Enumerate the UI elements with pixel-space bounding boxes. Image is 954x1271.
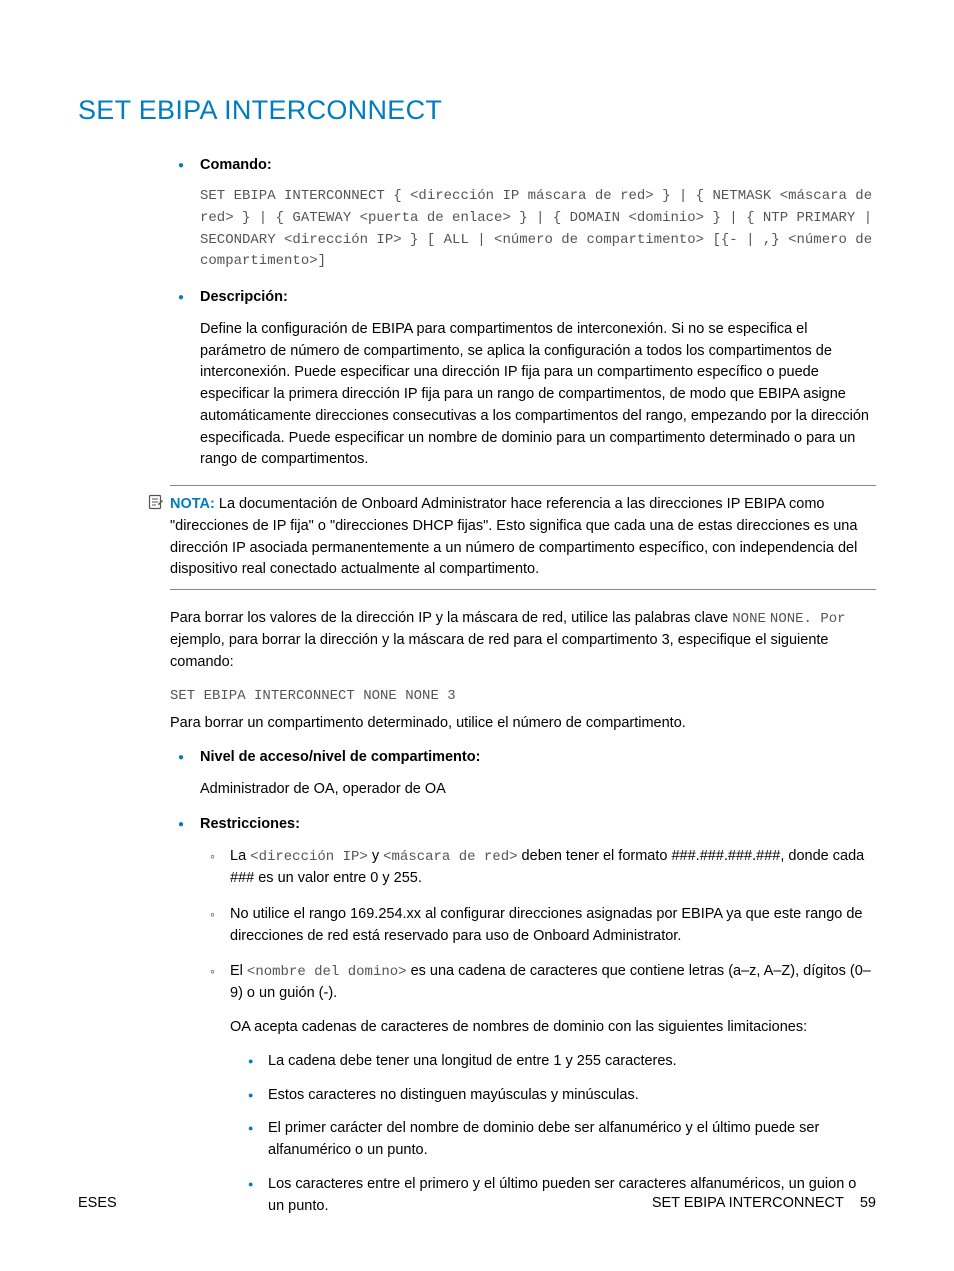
page-footer: ESES SET EBIPA INTERCONNECT 59 — [78, 1193, 876, 1215]
r0-code2: <máscara de red> — [383, 849, 517, 865]
r0-mid: y — [368, 848, 383, 864]
clear-pre: Para borrar los valores de la dirección … — [170, 610, 732, 626]
domain-limit-2: El primer carácter del nombre de dominio… — [242, 1118, 876, 1162]
clear-dot: . — [804, 611, 821, 627]
section-descripcion: Descripción: Define la configuración de … — [170, 287, 876, 471]
restricciones-label: Restricciones: — [200, 816, 300, 832]
nivel-text: Administrador de OA, operador de OA — [200, 779, 876, 801]
descripcion-label: Descripción: — [200, 289, 288, 305]
restriccion-item-0: La <dirección IP> y <máscara de red> deb… — [202, 846, 876, 890]
note-box: NOTA: La documentación de Onboard Admini… — [170, 485, 876, 590]
page-title: SET EBIPA INTERCONNECT — [78, 90, 876, 131]
clear-kw2: NONE — [770, 611, 804, 627]
nivel-label: Nivel de acceso/nivel de compartimento: — [200, 749, 480, 765]
clear-kw3: Por — [820, 611, 845, 627]
section-comando: Comando: SET EBIPA INTERCONNECT { <direc… — [170, 155, 876, 274]
footer-left: ESES — [78, 1193, 117, 1215]
footer-page-number: 59 — [860, 1193, 876, 1215]
r2-code1: <nombre del domino> — [247, 964, 407, 980]
r1-text: No utilice el rango 169.254.xx al config… — [230, 906, 863, 944]
r0-code1: <dirección IP> — [250, 849, 368, 865]
section-restricciones: Restricciones: La <dirección IP> y <másc… — [170, 814, 876, 1217]
clear-command: SET EBIPA INTERCONNECT NONE NONE 3 — [170, 686, 876, 708]
content-body: Comando: SET EBIPA INTERCONNECT { <direc… — [170, 155, 876, 1218]
footer-title: SET EBIPA INTERCONNECT — [652, 1193, 844, 1215]
r2-para2: OA acepta cadenas de caracteres de nombr… — [230, 1017, 876, 1039]
comando-code: SET EBIPA INTERCONNECT { <dirección IP m… — [200, 186, 876, 273]
restriccion-item-1: No utilice el rango 169.254.xx al config… — [202, 904, 876, 948]
clear-post: ejemplo, para borrar la dirección y la m… — [170, 632, 828, 670]
restriccion-item-2: El <nombre del domino> es una cadena de … — [202, 961, 876, 1217]
r0-pre: La — [230, 848, 250, 864]
note-icon — [148, 494, 164, 518]
footer-right: SET EBIPA INTERCONNECT 59 — [652, 1193, 876, 1215]
page: SET EBIPA INTERCONNECT Comando: SET EBIP… — [0, 0, 954, 1271]
note-text: La documentación de Onboard Administrato… — [170, 496, 857, 577]
clear-kw1: NONE — [732, 611, 766, 627]
clear-bay-text: Para borrar un compartimento determinado… — [170, 713, 876, 735]
main-list: Comando: SET EBIPA INTERCONNECT { <direc… — [170, 155, 876, 472]
r2-pre: El — [230, 963, 247, 979]
comando-label: Comando: — [200, 157, 272, 173]
descripcion-text: Define la configuración de EBIPA para co… — [200, 319, 876, 471]
clear-paragraph: Para borrar los valores de la dirección … — [170, 608, 876, 674]
main-list-2: Nivel de acceso/nivel de compartimento: … — [170, 747, 876, 1218]
domain-limit-0: La cadena debe tener una longitud de ent… — [242, 1051, 876, 1073]
note-label: NOTA: — [170, 496, 215, 512]
section-nivel: Nivel de acceso/nivel de compartimento: … — [170, 747, 876, 801]
restricciones-list: La <dirección IP> y <máscara de red> deb… — [202, 846, 876, 1217]
domain-limit-1: Estos caracteres no distinguen mayúscula… — [242, 1085, 876, 1107]
